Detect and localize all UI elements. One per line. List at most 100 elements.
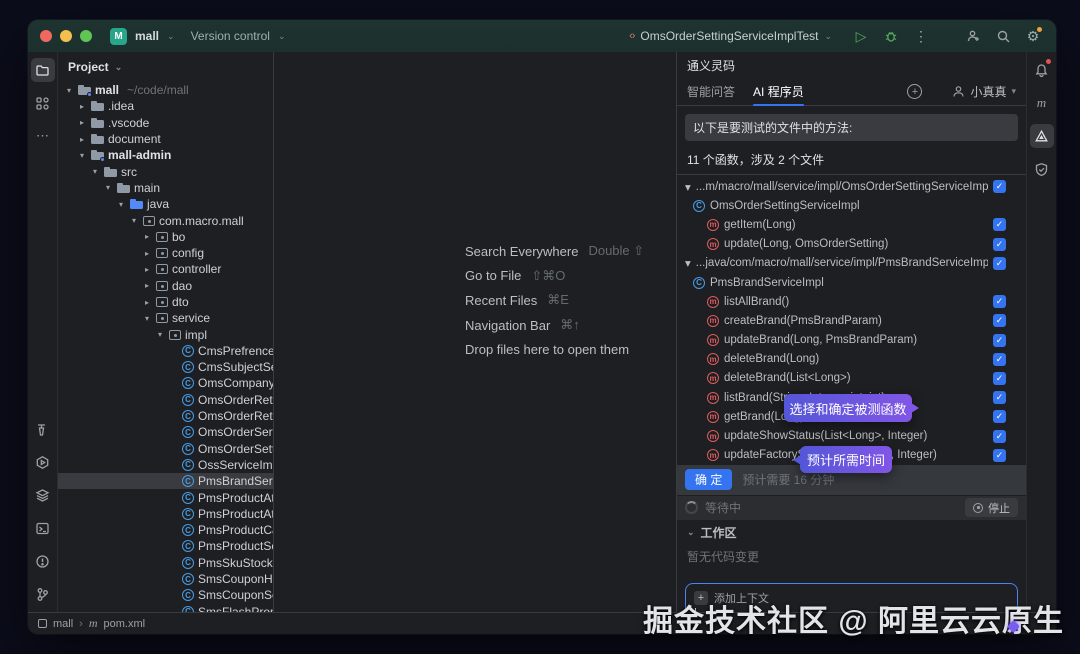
terminal-tool-button[interactable]	[31, 516, 55, 540]
checkbox-checked[interactable]: ✓	[993, 314, 1006, 327]
close-button[interactable]	[40, 30, 52, 42]
tree-row[interactable]: COmsOrderServiceIn	[58, 424, 273, 440]
tree-row[interactable]: ▾com.macro.mall	[58, 212, 273, 228]
checkbox-checked[interactable]: ✓	[993, 218, 1006, 231]
more-tool-windows-button[interactable]: ⋯	[31, 124, 55, 148]
services-tool-button[interactable]	[31, 450, 55, 474]
confirm-button[interactable]: 确 定	[685, 469, 732, 490]
checkbox-checked[interactable]: ✓	[993, 238, 1006, 251]
method-row[interactable]: mupdateShowStatus(List<Long>, Integer)✓	[677, 426, 1026, 445]
checkbox-checked[interactable]: ✓	[993, 391, 1006, 404]
chevron-collapsed-icon[interactable]: ▸	[142, 298, 152, 307]
method-row[interactable]: mupdate(Long, OmsOrderSetting)✓	[677, 235, 1026, 254]
tree-row[interactable]: ▸dto	[58, 294, 273, 310]
checkbox-checked[interactable]: ✓	[993, 410, 1006, 423]
stop-button[interactable]: 停止	[965, 498, 1018, 517]
settings-gear-icon[interactable]: ⚙	[1022, 25, 1044, 47]
chevron-collapsed-icon[interactable]: ▸	[142, 265, 152, 274]
tree-row[interactable]: CPmsBrandServiceIm	[58, 473, 273, 489]
chevron-collapsed-icon[interactable]: ▸	[142, 281, 152, 290]
version-control-menu[interactable]: Version control	[191, 29, 270, 43]
chevron-collapsed-icon[interactable]: ▸	[142, 232, 152, 241]
checkbox-checked[interactable]: ✓	[993, 295, 1006, 308]
user-account-menu[interactable]: 小真真 ▾	[952, 83, 1016, 100]
chevron-expanded-icon[interactable]: ▾	[103, 183, 113, 192]
tree-row[interactable]: ▾mall-admin	[58, 147, 273, 163]
tree-row[interactable]: COmsOrderReturnAp	[58, 392, 273, 408]
tree-row[interactable]: ▾impl	[58, 326, 273, 342]
checkbox-checked[interactable]: ✓	[993, 430, 1006, 443]
checkbox-checked[interactable]: ✓	[993, 334, 1006, 347]
minimize-button[interactable]	[60, 30, 72, 42]
tree-row[interactable]: CSmsCouponHistory	[58, 571, 273, 587]
chevron-collapsed-icon[interactable]: ▸	[77, 102, 87, 111]
checkbox-checked[interactable]: ✓	[993, 180, 1006, 193]
method-row[interactable]: mcreateBrand(PmsBrandParam)✓	[677, 311, 1026, 330]
git-branch-tool-button[interactable]	[31, 582, 55, 606]
statusbar-file[interactable]: pom.xml	[104, 618, 146, 630]
chevron-expanded-icon[interactable]: ▾	[90, 167, 100, 176]
method-row[interactable]: mdeleteBrand(List<Long>)✓	[677, 369, 1026, 388]
chevron-expanded-icon[interactable]: ▾	[685, 256, 691, 270]
chevron-collapsed-icon[interactable]: ▸	[77, 118, 87, 127]
chevron-expanded-icon[interactable]: ▾	[155, 330, 165, 339]
new-session-button[interactable]: +	[907, 84, 922, 99]
maven-tool-button[interactable]: m	[1030, 91, 1054, 115]
tree-row[interactable]: ▸.idea	[58, 98, 273, 114]
run-configuration-selector[interactable]: ‹› OmsOrderSettingServiceImplTest ⌄	[629, 29, 832, 43]
tree-row[interactable]: CPmsProductAttribut	[58, 489, 273, 505]
checkbox-checked[interactable]: ✓	[993, 353, 1006, 366]
chevron-expanded-icon[interactable]: ▾	[64, 86, 74, 95]
tree-row[interactable]: COmsOrderSettingSe	[58, 441, 273, 457]
tree-row[interactable]: ▸.vscode	[58, 115, 273, 131]
tree-row[interactable]: ▸config	[58, 245, 273, 261]
checkbox-checked[interactable]: ✓	[993, 449, 1006, 462]
tree-row[interactable]: CCmsPrefrenceAreaSe	[58, 343, 273, 359]
tree-row[interactable]: ▾java	[58, 196, 273, 212]
tree-row[interactable]: ▸dao	[58, 278, 273, 294]
build-tool-button[interactable]	[31, 417, 55, 441]
run-button[interactable]: ▷	[850, 25, 872, 47]
tree-row[interactable]: CSmsFlashPromotion	[58, 604, 273, 613]
method-row[interactable]: mgetItem(Long)✓	[677, 215, 1026, 234]
tab-ai-programmer[interactable]: AI 程序员	[753, 78, 804, 105]
project-menu[interactable]: mall	[135, 29, 159, 43]
file-row[interactable]: ▾...java/com/macro/mall/service/impl/Pms…	[677, 254, 1026, 273]
notifications-bell-button[interactable]	[1030, 58, 1054, 82]
zoom-button[interactable]	[80, 30, 92, 42]
dependency-shield-button[interactable]	[1030, 157, 1054, 181]
chevron-collapsed-icon[interactable]: ▸	[77, 135, 87, 144]
method-row[interactable]: mupdateBrand(Long, PmsBrandParam)✓	[677, 331, 1026, 350]
search-icon[interactable]	[992, 25, 1014, 47]
more-actions-button[interactable]: ⋮	[910, 25, 932, 47]
class-row[interactable]: COmsOrderSettingServiceImpl	[677, 196, 1026, 215]
tree-row[interactable]: COmsOrderReturnRe	[58, 408, 273, 424]
tree-row[interactable]: CPmsProductAttribut	[58, 506, 273, 522]
chevron-expanded-icon[interactable]: ▾	[685, 180, 691, 194]
tree-row[interactable]: ▾mall~/code/mall	[58, 82, 273, 98]
problems-tool-button[interactable]	[31, 549, 55, 573]
lingma-tool-button[interactable]	[1030, 124, 1054, 148]
tree-row[interactable]: ▸document	[58, 131, 273, 147]
structure-tool-button[interactable]	[31, 91, 55, 115]
tree-row[interactable]: ▸bo	[58, 229, 273, 245]
tree-row[interactable]: CPmsProductService	[58, 538, 273, 554]
code-with-me-button[interactable]	[962, 25, 984, 47]
tab-smart-qa[interactable]: 智能问答	[687, 78, 735, 105]
tree-row[interactable]: CCmsSubjectService	[58, 359, 273, 375]
chevron-expanded-icon[interactable]: ▾	[129, 216, 139, 225]
checkbox-checked[interactable]: ✓	[993, 257, 1006, 270]
method-row[interactable]: mlistAllBrand()✓	[677, 292, 1026, 311]
editor-area[interactable]: Search EverywhereDouble ⇧Go to File⇧⌘ORe…	[274, 52, 676, 612]
tree-row[interactable]: ▾src	[58, 163, 273, 179]
tree-row[interactable]: CSmsCouponService	[58, 587, 273, 603]
project-tool-button[interactable]	[31, 58, 55, 82]
tree-row[interactable]: COmsCompanyAddre	[58, 375, 273, 391]
tree-row[interactable]: CPmsSkuStockServic	[58, 555, 273, 571]
workspace-section-header[interactable]: ⌄ 工作区	[677, 520, 1026, 546]
chevron-expanded-icon[interactable]: ▾	[116, 200, 126, 209]
chevron-expanded-icon[interactable]: ▾	[142, 314, 152, 323]
project-panel-header[interactable]: Project ⌄	[58, 52, 273, 82]
chevron-expanded-icon[interactable]: ▾	[77, 151, 87, 160]
statusbar-project[interactable]: mall	[53, 618, 73, 630]
